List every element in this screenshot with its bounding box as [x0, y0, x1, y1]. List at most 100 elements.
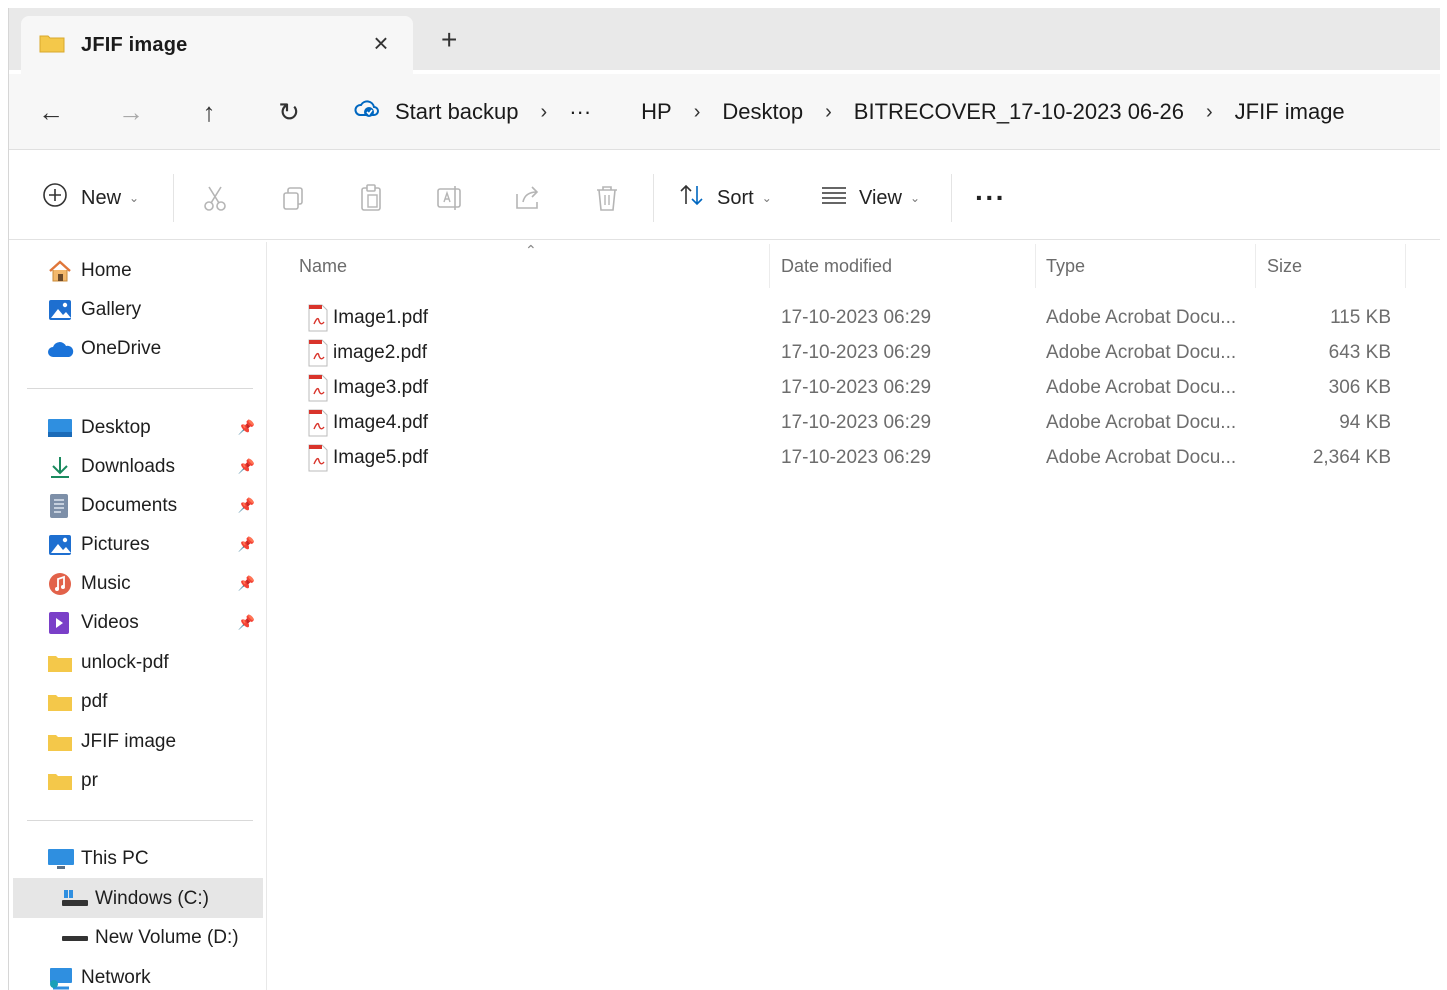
- file-date: 17-10-2023 06:29: [781, 377, 932, 398]
- sidebar-item-videos[interactable]: Videos 📌: [47, 608, 261, 638]
- column-header-name[interactable]: Name: [299, 256, 347, 277]
- file-type: Adobe Acrobat Docu...: [1046, 447, 1237, 468]
- rename-button[interactable]: [435, 180, 465, 216]
- pin-icon[interactable]: 📌: [238, 614, 255, 631]
- chevron-down-icon: ⌄: [761, 191, 772, 205]
- tab-bar: JFIF image × +: [9, 8, 1440, 74]
- chevron-down-icon: ⌄: [910, 191, 921, 205]
- file-size: 306 KB: [1328, 377, 1391, 398]
- file-date: 17-10-2023 06:29: [781, 307, 932, 328]
- new-label: New: [81, 186, 122, 209]
- table-row[interactable]: Image3.pdf 17-10-2023 06:29 Adobe Acroba…: [297, 372, 1407, 404]
- sidebar-item-home[interactable]: Home: [47, 256, 261, 286]
- folder-icon: [47, 768, 75, 794]
- sidebar-item-pdf[interactable]: pdf: [47, 687, 261, 717]
- file-type: Adobe Acrobat Docu...: [1046, 307, 1237, 328]
- navigation-pane: Home Gallery OneDrive Desktop 📌 Download…: [9, 242, 267, 990]
- file-size: 643 KB: [1328, 342, 1391, 363]
- table-row[interactable]: image2.pdf 17-10-2023 06:29 Adobe Acroba…: [297, 337, 1407, 369]
- sort-label: Sort: [717, 186, 754, 209]
- up-arrow-icon[interactable]: ↑: [193, 96, 225, 128]
- cloud-backup-icon[interactable]: [353, 97, 381, 127]
- command-bar: New ⌄ Sort ⌄ View ⌄ ···: [9, 154, 1440, 240]
- gallery-icon: [47, 297, 75, 323]
- share-button[interactable]: [513, 180, 543, 216]
- breadcrumb-more[interactable]: ···: [567, 99, 593, 125]
- chevron-down-icon: ⌄: [129, 191, 140, 205]
- file-size: 94 KB: [1339, 412, 1391, 433]
- table-row[interactable]: Image1.pdf 17-10-2023 06:29 Adobe Acroba…: [297, 302, 1407, 334]
- sidebar-item-documents[interactable]: Documents 📌: [47, 491, 261, 521]
- sort-button[interactable]: Sort ⌄: [677, 180, 772, 216]
- cut-button[interactable]: [201, 180, 229, 216]
- sidebar-item-gallery[interactable]: Gallery: [47, 295, 261, 325]
- folder-icon: [47, 729, 75, 755]
- file-type: Adobe Acrobat Docu...: [1046, 377, 1237, 398]
- divider: [27, 820, 253, 821]
- delete-button[interactable]: [593, 180, 621, 216]
- sidebar-item-unlock-pdf[interactable]: unlock-pdf: [47, 648, 261, 678]
- sidebar-item-pr[interactable]: pr: [47, 766, 261, 796]
- copy-icon: [283, 187, 303, 210]
- column-header-type[interactable]: Type: [1046, 256, 1085, 277]
- file-size: 115 KB: [1330, 307, 1391, 328]
- pin-icon[interactable]: 📌: [238, 497, 255, 514]
- rename-icon: [437, 186, 461, 210]
- address-row: ← → ↑ ↻ Start backup › ··· HP › Desktop …: [9, 74, 1440, 150]
- file-date: 17-10-2023 06:29: [781, 412, 932, 433]
- pin-icon[interactable]: 📌: [238, 419, 255, 436]
- file-name: Image1.pdf: [333, 307, 429, 328]
- pin-icon[interactable]: 📌: [238, 458, 255, 475]
- sidebar-item-this-pc[interactable]: This PC: [47, 844, 261, 874]
- forward-arrow-icon[interactable]: →: [115, 96, 147, 128]
- breadcrumb-desktop[interactable]: Desktop: [720, 99, 805, 125]
- tab-jfif-image[interactable]: JFIF image ×: [21, 16, 413, 74]
- sidebar-item-new-volume-d[interactable]: New Volume (D:): [61, 923, 275, 953]
- back-arrow-icon[interactable]: ←: [35, 96, 67, 128]
- tab-title: JFIF image: [81, 33, 188, 56]
- table-row[interactable]: Image4.pdf 17-10-2023 06:29 Adobe Acroba…: [297, 407, 1407, 439]
- column-header-size[interactable]: Size: [1267, 256, 1302, 277]
- sidebar-item-downloads[interactable]: Downloads 📌: [47, 452, 261, 482]
- refresh-icon[interactable]: ↻: [273, 96, 305, 128]
- sidebar-item-music[interactable]: Music 📌: [47, 569, 261, 599]
- breadcrumb-bitrecover[interactable]: BITRECOVER_17-10-2023 06-26: [852, 99, 1186, 125]
- pin-icon[interactable]: 📌: [238, 575, 255, 592]
- chevron-right-icon: ›: [540, 100, 548, 123]
- sidebar-item-onedrive[interactable]: OneDrive: [47, 334, 261, 364]
- file-type: Adobe Acrobat Docu...: [1046, 412, 1237, 433]
- pdf-file-icon: [307, 304, 329, 337]
- file-name: Image3.pdf: [333, 377, 429, 398]
- clipboard-icon: [361, 184, 381, 211]
- copy-button[interactable]: [279, 180, 307, 216]
- breadcrumb-hp[interactable]: HP: [639, 99, 674, 125]
- sort-icon: [677, 182, 707, 214]
- videos-icon: [47, 610, 75, 636]
- share-icon: [516, 186, 539, 209]
- more-options-button[interactable]: ···: [975, 180, 1006, 216]
- new-tab-button[interactable]: +: [441, 26, 457, 54]
- column-header-date[interactable]: Date modified: [781, 256, 892, 277]
- documents-icon: [47, 493, 75, 519]
- table-row[interactable]: Image5.pdf 17-10-2023 06:29 Adobe Acroba…: [297, 442, 1407, 474]
- sidebar-item-windows-c[interactable]: Windows (C:): [61, 884, 275, 914]
- paste-button[interactable]: [357, 180, 385, 216]
- sidebar-item-pictures[interactable]: Pictures 📌: [47, 530, 261, 560]
- sidebar-item-jfif-image[interactable]: JFIF image: [47, 727, 261, 757]
- pictures-icon: [47, 532, 75, 558]
- breadcrumb-jfif-image[interactable]: JFIF image: [1233, 99, 1347, 125]
- more-icon: ···: [975, 182, 1006, 213]
- breadcrumb: Start backup › ··· HP › Desktop › BITREC…: [353, 94, 1347, 130]
- file-name: Image4.pdf: [333, 412, 429, 433]
- sidebar-item-network[interactable]: Network: [47, 963, 261, 990]
- network-icon: [47, 965, 75, 990]
- view-button[interactable]: View ⌄: [819, 180, 920, 216]
- new-button[interactable]: New ⌄: [41, 180, 139, 216]
- music-icon: [47, 571, 75, 597]
- pin-icon[interactable]: 📌: [238, 536, 255, 553]
- close-icon[interactable]: ×: [369, 30, 393, 56]
- start-backup-link[interactable]: Start backup: [393, 99, 521, 125]
- home-icon: [47, 258, 75, 284]
- sidebar-item-desktop[interactable]: Desktop 📌: [47, 413, 261, 443]
- pdf-file-icon: [307, 444, 329, 477]
